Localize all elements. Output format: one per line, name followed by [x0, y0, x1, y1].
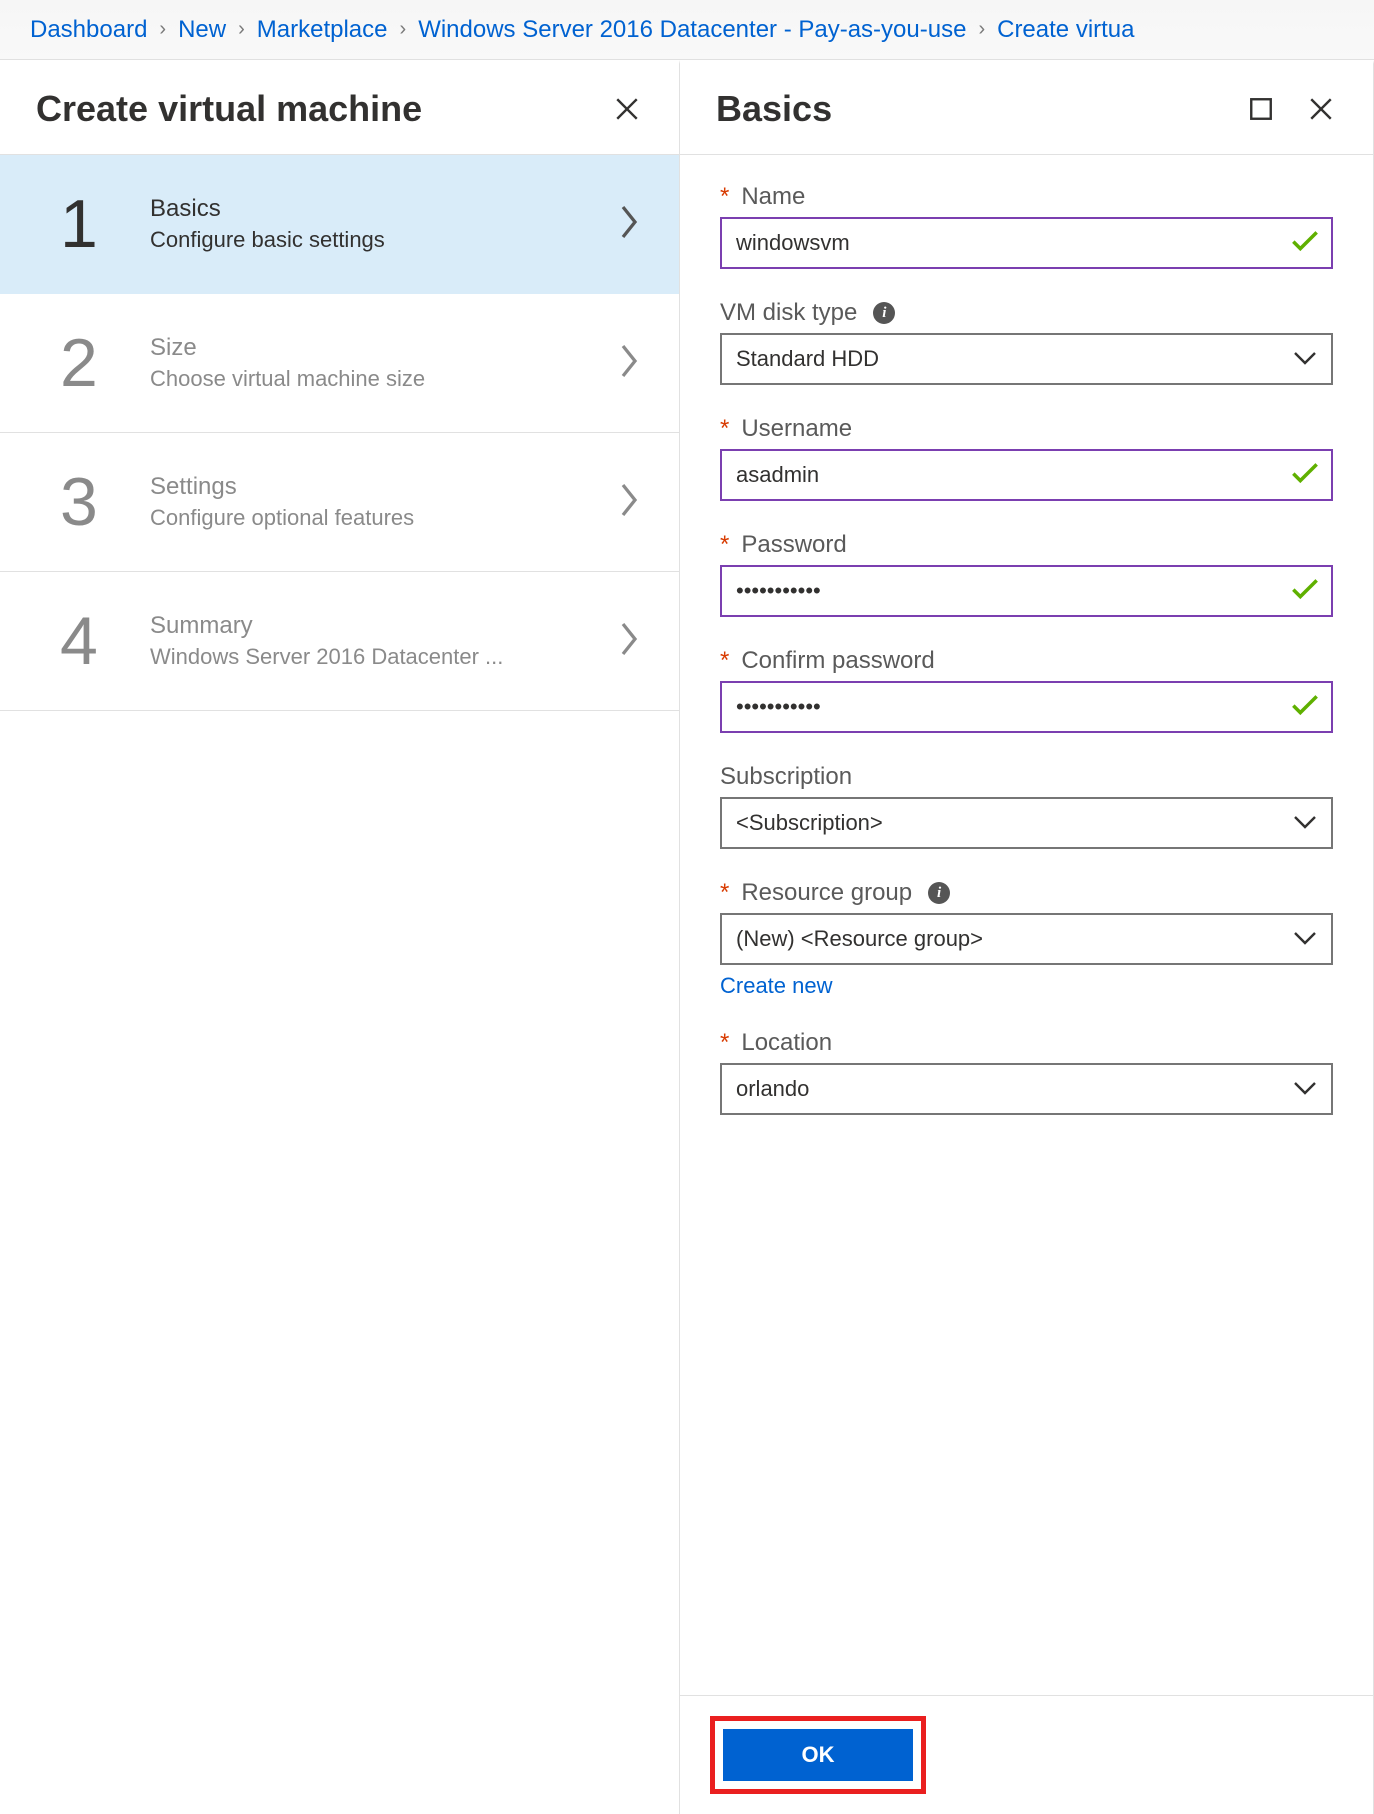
username-input[interactable] — [720, 449, 1333, 501]
breadcrumb-item[interactable]: Dashboard — [30, 16, 147, 44]
select-value: <Subscription> — [736, 810, 883, 836]
create-new-link[interactable]: Create new — [720, 973, 833, 999]
ok-button[interactable]: OK — [723, 1729, 913, 1781]
field-label: * Name — [720, 183, 1333, 211]
chevron-down-icon — [1293, 926, 1317, 952]
required-asterisk: * — [720, 1029, 729, 1057]
chevron-right-icon — [619, 621, 639, 662]
close-icon[interactable] — [611, 93, 643, 125]
field-subscription: Subscription <Subscription> — [720, 763, 1333, 849]
step-subtitle: Configure optional features — [150, 505, 530, 531]
step-subtitle: Configure basic settings — [150, 227, 530, 253]
step-number: 2 — [60, 324, 150, 402]
chevron-right-icon: › — [400, 18, 407, 41]
select-value: (New) <Resource group> — [736, 926, 983, 952]
field-label: * Confirm password — [720, 647, 1333, 675]
step-number: 3 — [60, 463, 150, 541]
required-asterisk: * — [720, 415, 729, 443]
name-input[interactable] — [720, 217, 1333, 269]
required-asterisk: * — [720, 531, 729, 559]
label-text: Password — [741, 531, 846, 559]
step-subtitle: Windows Server 2016 Datacenter ... — [150, 644, 530, 670]
field-label: * Username — [720, 415, 1333, 443]
breadcrumb-item[interactable]: Marketplace — [257, 16, 388, 44]
breadcrumb-item[interactable]: New — [178, 16, 226, 44]
label-text: Confirm password — [741, 647, 934, 675]
chevron-right-icon — [619, 204, 639, 245]
check-icon — [1291, 693, 1319, 722]
field-disk-type: VM disk type i Standard HDD — [720, 299, 1333, 385]
label-text: Resource group — [741, 879, 912, 907]
blade-footer: OK — [680, 1695, 1373, 1814]
chevron-right-icon — [619, 343, 639, 384]
confirm-password-input[interactable] — [720, 681, 1333, 733]
field-confirm-password: * Confirm password — [720, 647, 1333, 733]
step-summary[interactable]: 4 Summary Windows Server 2016 Datacenter… — [0, 572, 679, 711]
breadcrumb-item[interactable]: Create virtua — [997, 16, 1134, 44]
disk-type-select[interactable]: Standard HDD — [720, 333, 1333, 385]
basics-form: * Name VM disk type i Standard HDD — [680, 155, 1373, 1695]
close-icon[interactable] — [1305, 93, 1337, 125]
breadcrumb: Dashboard › New › Marketplace › Windows … — [0, 0, 1374, 60]
check-icon — [1291, 229, 1319, 258]
field-resource-group: * Resource group i (New) <Resource group… — [720, 879, 1333, 999]
blade-header: Create virtual machine — [0, 64, 679, 155]
step-number: 4 — [60, 602, 150, 680]
basics-blade: Basics * Name — [680, 60, 1374, 1814]
required-asterisk: * — [720, 183, 729, 211]
select-value: orlando — [736, 1076, 809, 1102]
chevron-down-icon — [1293, 346, 1317, 372]
field-label: VM disk type i — [720, 299, 1333, 327]
chevron-down-icon — [1293, 1076, 1317, 1102]
step-title: Summary — [150, 612, 619, 640]
required-asterisk: * — [720, 879, 729, 907]
step-title: Settings — [150, 473, 619, 501]
check-icon — [1291, 461, 1319, 490]
resource-group-select[interactable]: (New) <Resource group> — [720, 913, 1333, 965]
step-title: Basics — [150, 195, 619, 223]
info-icon[interactable]: i — [928, 882, 950, 904]
label-text: Location — [741, 1029, 832, 1057]
blade-header: Basics — [680, 64, 1373, 155]
field-name: * Name — [720, 183, 1333, 269]
field-label: * Password — [720, 531, 1333, 559]
step-title: Size — [150, 334, 619, 362]
field-label: * Location — [720, 1029, 1333, 1057]
step-basics[interactable]: 1 Basics Configure basic settings — [0, 155, 679, 294]
required-asterisk: * — [720, 647, 729, 675]
maximize-icon[interactable] — [1245, 93, 1277, 125]
info-icon[interactable]: i — [873, 302, 895, 324]
field-label: Subscription — [720, 763, 1333, 791]
blade-title: Basics — [716, 88, 832, 130]
field-label: * Resource group i — [720, 879, 1333, 907]
subscription-select[interactable]: <Subscription> — [720, 797, 1333, 849]
label-text: Subscription — [720, 763, 852, 791]
password-input[interactable] — [720, 565, 1333, 617]
create-vm-blade: Create virtual machine 1 Basics Configur… — [0, 60, 680, 1814]
step-subtitle: Choose virtual machine size — [150, 366, 530, 392]
breadcrumb-item[interactable]: Windows Server 2016 Datacenter - Pay-as-… — [418, 16, 966, 44]
field-location: * Location orlando — [720, 1029, 1333, 1115]
blade-title: Create virtual machine — [36, 88, 422, 130]
chevron-right-icon: › — [159, 18, 166, 41]
chevron-right-icon: › — [238, 18, 245, 41]
select-value: Standard HDD — [736, 346, 879, 372]
label-text: Name — [741, 183, 805, 211]
step-size[interactable]: 2 Size Choose virtual machine size — [0, 294, 679, 433]
chevron-right-icon — [619, 482, 639, 523]
wizard-steps: 1 Basics Configure basic settings 2 Size… — [0, 155, 679, 711]
check-icon — [1291, 577, 1319, 606]
field-username: * Username — [720, 415, 1333, 501]
chevron-right-icon: › — [978, 18, 985, 41]
ok-highlight-box: OK — [710, 1716, 926, 1794]
step-settings[interactable]: 3 Settings Configure optional features — [0, 433, 679, 572]
step-number: 1 — [60, 185, 150, 263]
label-text: Username — [741, 415, 852, 443]
chevron-down-icon — [1293, 810, 1317, 836]
field-password: * Password — [720, 531, 1333, 617]
label-text: VM disk type — [720, 299, 857, 327]
location-select[interactable]: orlando — [720, 1063, 1333, 1115]
